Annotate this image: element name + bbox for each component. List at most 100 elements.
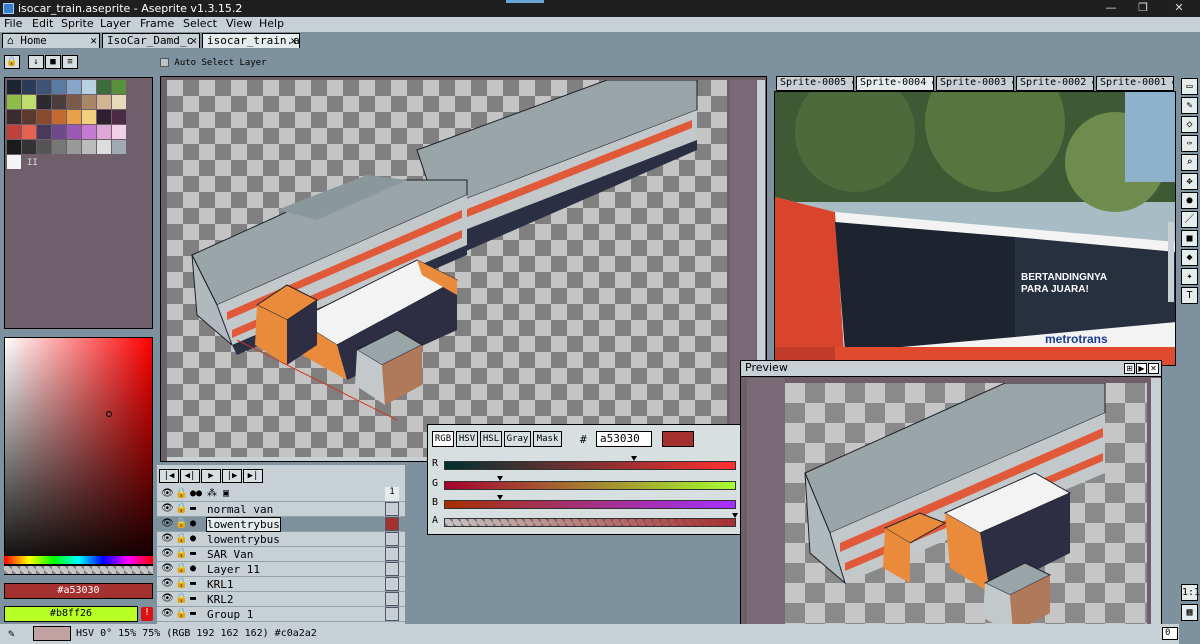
a-thumb-icon[interactable] (732, 513, 738, 518)
maximize-button[interactable]: ❐ (1128, 1, 1158, 16)
palette-swatch[interactable] (67, 80, 81, 94)
reference-scrollbar[interactable] (1168, 222, 1174, 302)
foreground-color-button[interactable]: #a53030 (4, 583, 153, 599)
menu-select[interactable]: Select (183, 17, 217, 30)
palette-swatch[interactable] (7, 80, 21, 94)
minimize-button[interactable]: — (1096, 1, 1126, 16)
zoom-icon[interactable]: ⌕ (1181, 154, 1198, 171)
palette-swatch[interactable] (82, 95, 96, 109)
palette-swatch[interactable] (97, 110, 111, 124)
mode-mask-button[interactable]: Mask (533, 431, 562, 447)
palette-swatch[interactable] (37, 80, 51, 94)
palette-swatch[interactable] (112, 110, 126, 124)
menu-view[interactable]: View (226, 17, 252, 30)
tab-sprite-0005[interactable]: Sprite-0005 ● (776, 76, 854, 91)
cel-cell[interactable] (385, 517, 399, 531)
tab-sprite-0002[interactable]: Sprite-0002 ● (1016, 76, 1094, 91)
eye-icon[interactable]: 👁 (161, 593, 174, 604)
rect-icon[interactable]: ■ (1181, 230, 1198, 247)
layer-row[interactable]: 👁 🔒 ● lowentrybus (157, 517, 405, 532)
palette-swatch[interactable] (52, 95, 66, 109)
frame-number[interactable]: 1 (385, 487, 399, 501)
palette-swatch[interactable] (67, 110, 81, 124)
ellipse-icon[interactable]: ◆ (1181, 249, 1198, 266)
eye-icon[interactable]: 👁 (161, 548, 174, 559)
g-slider[interactable] (444, 476, 736, 490)
palette-swatch[interactable] (112, 125, 126, 139)
close-tab-icon[interactable]: ✕ (190, 34, 197, 47)
marquee-icon[interactable]: ▭ (1181, 78, 1198, 95)
cel-cell[interactable] (385, 562, 399, 576)
tab-sprite-0001[interactable]: Sprite-0001 ● (1096, 76, 1174, 91)
close-tab-icon[interactable]: ✕ (290, 34, 297, 47)
palette-swatch[interactable] (7, 155, 21, 169)
palette-swatch[interactable] (97, 95, 111, 109)
eyedropper-icon[interactable]: ✑ (1181, 135, 1198, 152)
palette-swatch[interactable] (97, 80, 111, 94)
eye-icon[interactable]: 👁 (161, 578, 174, 589)
palette-swatch[interactable] (52, 80, 66, 94)
palette-swatch[interactable] (112, 95, 126, 109)
g-thumb-icon[interactable] (497, 476, 503, 481)
layer-row[interactable]: 👁 🔒 ● lowentrybus (157, 532, 405, 547)
layer-row[interactable]: 👁 🔒 ● Layer 11 (157, 562, 405, 577)
auto-select-layer[interactable]: Auto Select Layer (160, 58, 267, 68)
palette-swatch[interactable] (7, 95, 21, 109)
text-icon[interactable]: T (1181, 287, 1198, 304)
palette-swatch[interactable] (67, 95, 81, 109)
b-thumb-icon[interactable] (497, 495, 503, 500)
reference-photo-view[interactable]: BERTANDINGNYA PARA JUARA! metrotrans (774, 91, 1176, 366)
layer-row[interactable]: 👁 🔒 ▬ KRL1 (157, 577, 405, 592)
preview-close-button[interactable]: ✕ (1148, 363, 1159, 374)
palette-swatch[interactable] (22, 110, 36, 124)
palette-swatch[interactable] (7, 110, 21, 124)
layer-row[interactable]: 👁 🔒 ▬ normal van (157, 502, 405, 517)
blur-icon[interactable]: ✦ (1181, 268, 1198, 285)
last-frame-button[interactable]: ▶| (243, 469, 263, 483)
mode-hsv-button[interactable]: HSV (456, 431, 478, 447)
palette-swatch[interactable] (37, 140, 51, 154)
menu-sprite[interactable]: Sprite (61, 17, 94, 30)
palette-swatch[interactable] (67, 125, 81, 139)
continuous-icon[interactable]: ●● (190, 488, 202, 499)
play-button[interactable]: ▶ (201, 469, 221, 483)
background-color-button[interactable]: #b8ff26 (4, 606, 138, 622)
palette-swatch[interactable] (22, 140, 36, 154)
first-frame-button[interactable]: |◀ (159, 469, 179, 483)
move-icon[interactable]: ✥ (1181, 173, 1198, 190)
mode-hsl-button[interactable]: HSL (480, 431, 502, 447)
palette-options-icon[interactable]: ≡ (62, 55, 78, 69)
tab-sprite-0004[interactable]: Sprite-0004 ● (856, 76, 934, 91)
visibility-icon[interactable]: 👁 (161, 488, 174, 499)
sprite-editor[interactable] (160, 76, 767, 462)
r-slider[interactable] (444, 456, 736, 470)
lock-icon[interactable]: 🔒 (175, 548, 187, 559)
grid-icon[interactable]: ▦ (1181, 604, 1198, 621)
b-slider[interactable] (444, 495, 736, 509)
tab-isocar-damd[interactable]: IsoCar_Damd_c ✕ (102, 33, 200, 48)
eye-icon[interactable]: 👁 (161, 608, 174, 619)
save-palette-icon[interactable]: ■ (45, 55, 61, 69)
preview-scrollbar[interactable] (1151, 378, 1161, 643)
sort-icon[interactable]: ↓ (28, 55, 44, 69)
preview-play-button[interactable]: ▶ (1136, 363, 1147, 374)
lock-icon[interactable]: 🔒 (4, 55, 20, 69)
r-thumb-icon[interactable] (631, 456, 637, 461)
zoom-1-1-button[interactable]: 1:1 (1181, 584, 1200, 601)
menu-file[interactable]: File (4, 17, 22, 30)
cel-cell[interactable] (385, 592, 399, 606)
alpha-slider[interactable] (4, 566, 153, 574)
lock-icon[interactable]: 🔒 (175, 518, 187, 529)
palette-swatch[interactable] (67, 140, 81, 154)
lock-icon[interactable]: 🔒 (175, 563, 187, 574)
hue-slider[interactable] (4, 556, 153, 564)
lock-icon[interactable]: 🔒 (175, 488, 187, 499)
preview-center-button[interactable]: ⊞ (1124, 363, 1135, 374)
menu-edit[interactable]: Edit (32, 17, 53, 30)
eye-icon[interactable]: 👁 (161, 563, 174, 574)
palette-swatch[interactable] (82, 140, 96, 154)
menu-layer[interactable]: Layer (100, 17, 131, 30)
lock-icon[interactable]: 🔒 (175, 578, 187, 589)
palette-swatch[interactable] (22, 95, 36, 109)
eye-icon[interactable]: 👁 (161, 533, 174, 544)
